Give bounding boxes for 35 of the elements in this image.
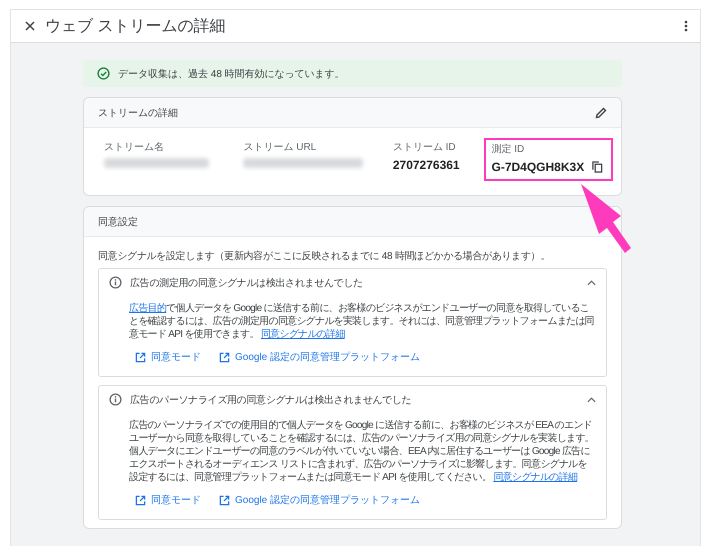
card-title: ストリームの詳細 (98, 106, 179, 120)
banner-text: データ収集は、過去 48 時間有効になっています。 (118, 68, 345, 80)
chevron-up-icon[interactable] (587, 396, 596, 402)
close-icon[interactable] (25, 21, 35, 31)
section-title: 広告の測定用の同意シグナルは検出されませんでした (130, 276, 364, 290)
chevron-up-icon[interactable] (587, 280, 596, 286)
inline-link[interactable]: 広告目的 (129, 303, 166, 314)
more-menu-icon[interactable] (684, 20, 688, 32)
external-link[interactable]: Google 認定の同意管理プラットフォーム (219, 350, 420, 364)
inline-link[interactable]: 同意シグナルの詳細 (493, 472, 578, 483)
field-value: G-7D4QGH8K3X (492, 160, 584, 174)
inline-link[interactable]: 同意シグナルの詳細 (260, 329, 345, 340)
external-link-icon (135, 494, 146, 506)
page-title: ウェブ ストリームの詳細 (45, 16, 226, 36)
field-label: 測定 ID (492, 142, 526, 156)
info-icon (109, 393, 122, 406)
section-title: 広告のパーソナライズ用の同意シグナルは検出されませんでした (130, 394, 412, 406)
external-link-icon (219, 352, 230, 362)
external-link[interactable]: Google 認定の同意管理プラットフォーム (219, 493, 420, 507)
field-value: 2707276361 (392, 158, 461, 172)
section-description: 広告目的で個人データを Google に送信する前に、お客様のビジネスがエンドユーザーの同意を取得していることを確認するには、広告の測定用の同意シグナルを実装します。それには、同意管理プラットフォームまたは同意モード API を使用できます。 同意シグナルの詳細 (128, 302, 596, 341)
copy-icon[interactable] (592, 161, 604, 173)
field-label: ストリーム URL (243, 141, 318, 154)
card-title: 同意設定 (98, 216, 139, 228)
pencil-icon[interactable] (595, 106, 607, 118)
check-circle-icon (97, 67, 110, 80)
section-description: 広告のパーソナライズでの使用目的で個人データを Google に送信する前に、お客様のビジネスが EEA のエンドユーザーから同意を取得していることを確認するには、広告のパーソナライズ用の同意シグナルを実装します。個人データにエンドユーザーの同意のラベルが付いていない場合、EEA 内に居住するユーザーは Google 広告にエクスポートされるオーディエンス リストに含まれず、広告のパーソナライズに影響します。同意シグナルを設定するには、同意管理プラットフォームまたは同意モード API を使用してください。 同意シグナルの詳細 (128, 418, 596, 484)
consent-intro: 同意シグナルを設定します（更新内容がここに反映されるまでに 48 時間ほどかかる場合があります）。 (97, 250, 551, 264)
external-link-icon (135, 352, 146, 362)
field-label: ストリーム名 (104, 141, 165, 154)
external-link-icon (219, 494, 230, 506)
field-label: ストリーム ID (392, 141, 457, 154)
info-icon (109, 276, 122, 289)
external-link[interactable]: 同意モード (135, 493, 201, 507)
external-link[interactable]: 同意モード (135, 350, 201, 364)
